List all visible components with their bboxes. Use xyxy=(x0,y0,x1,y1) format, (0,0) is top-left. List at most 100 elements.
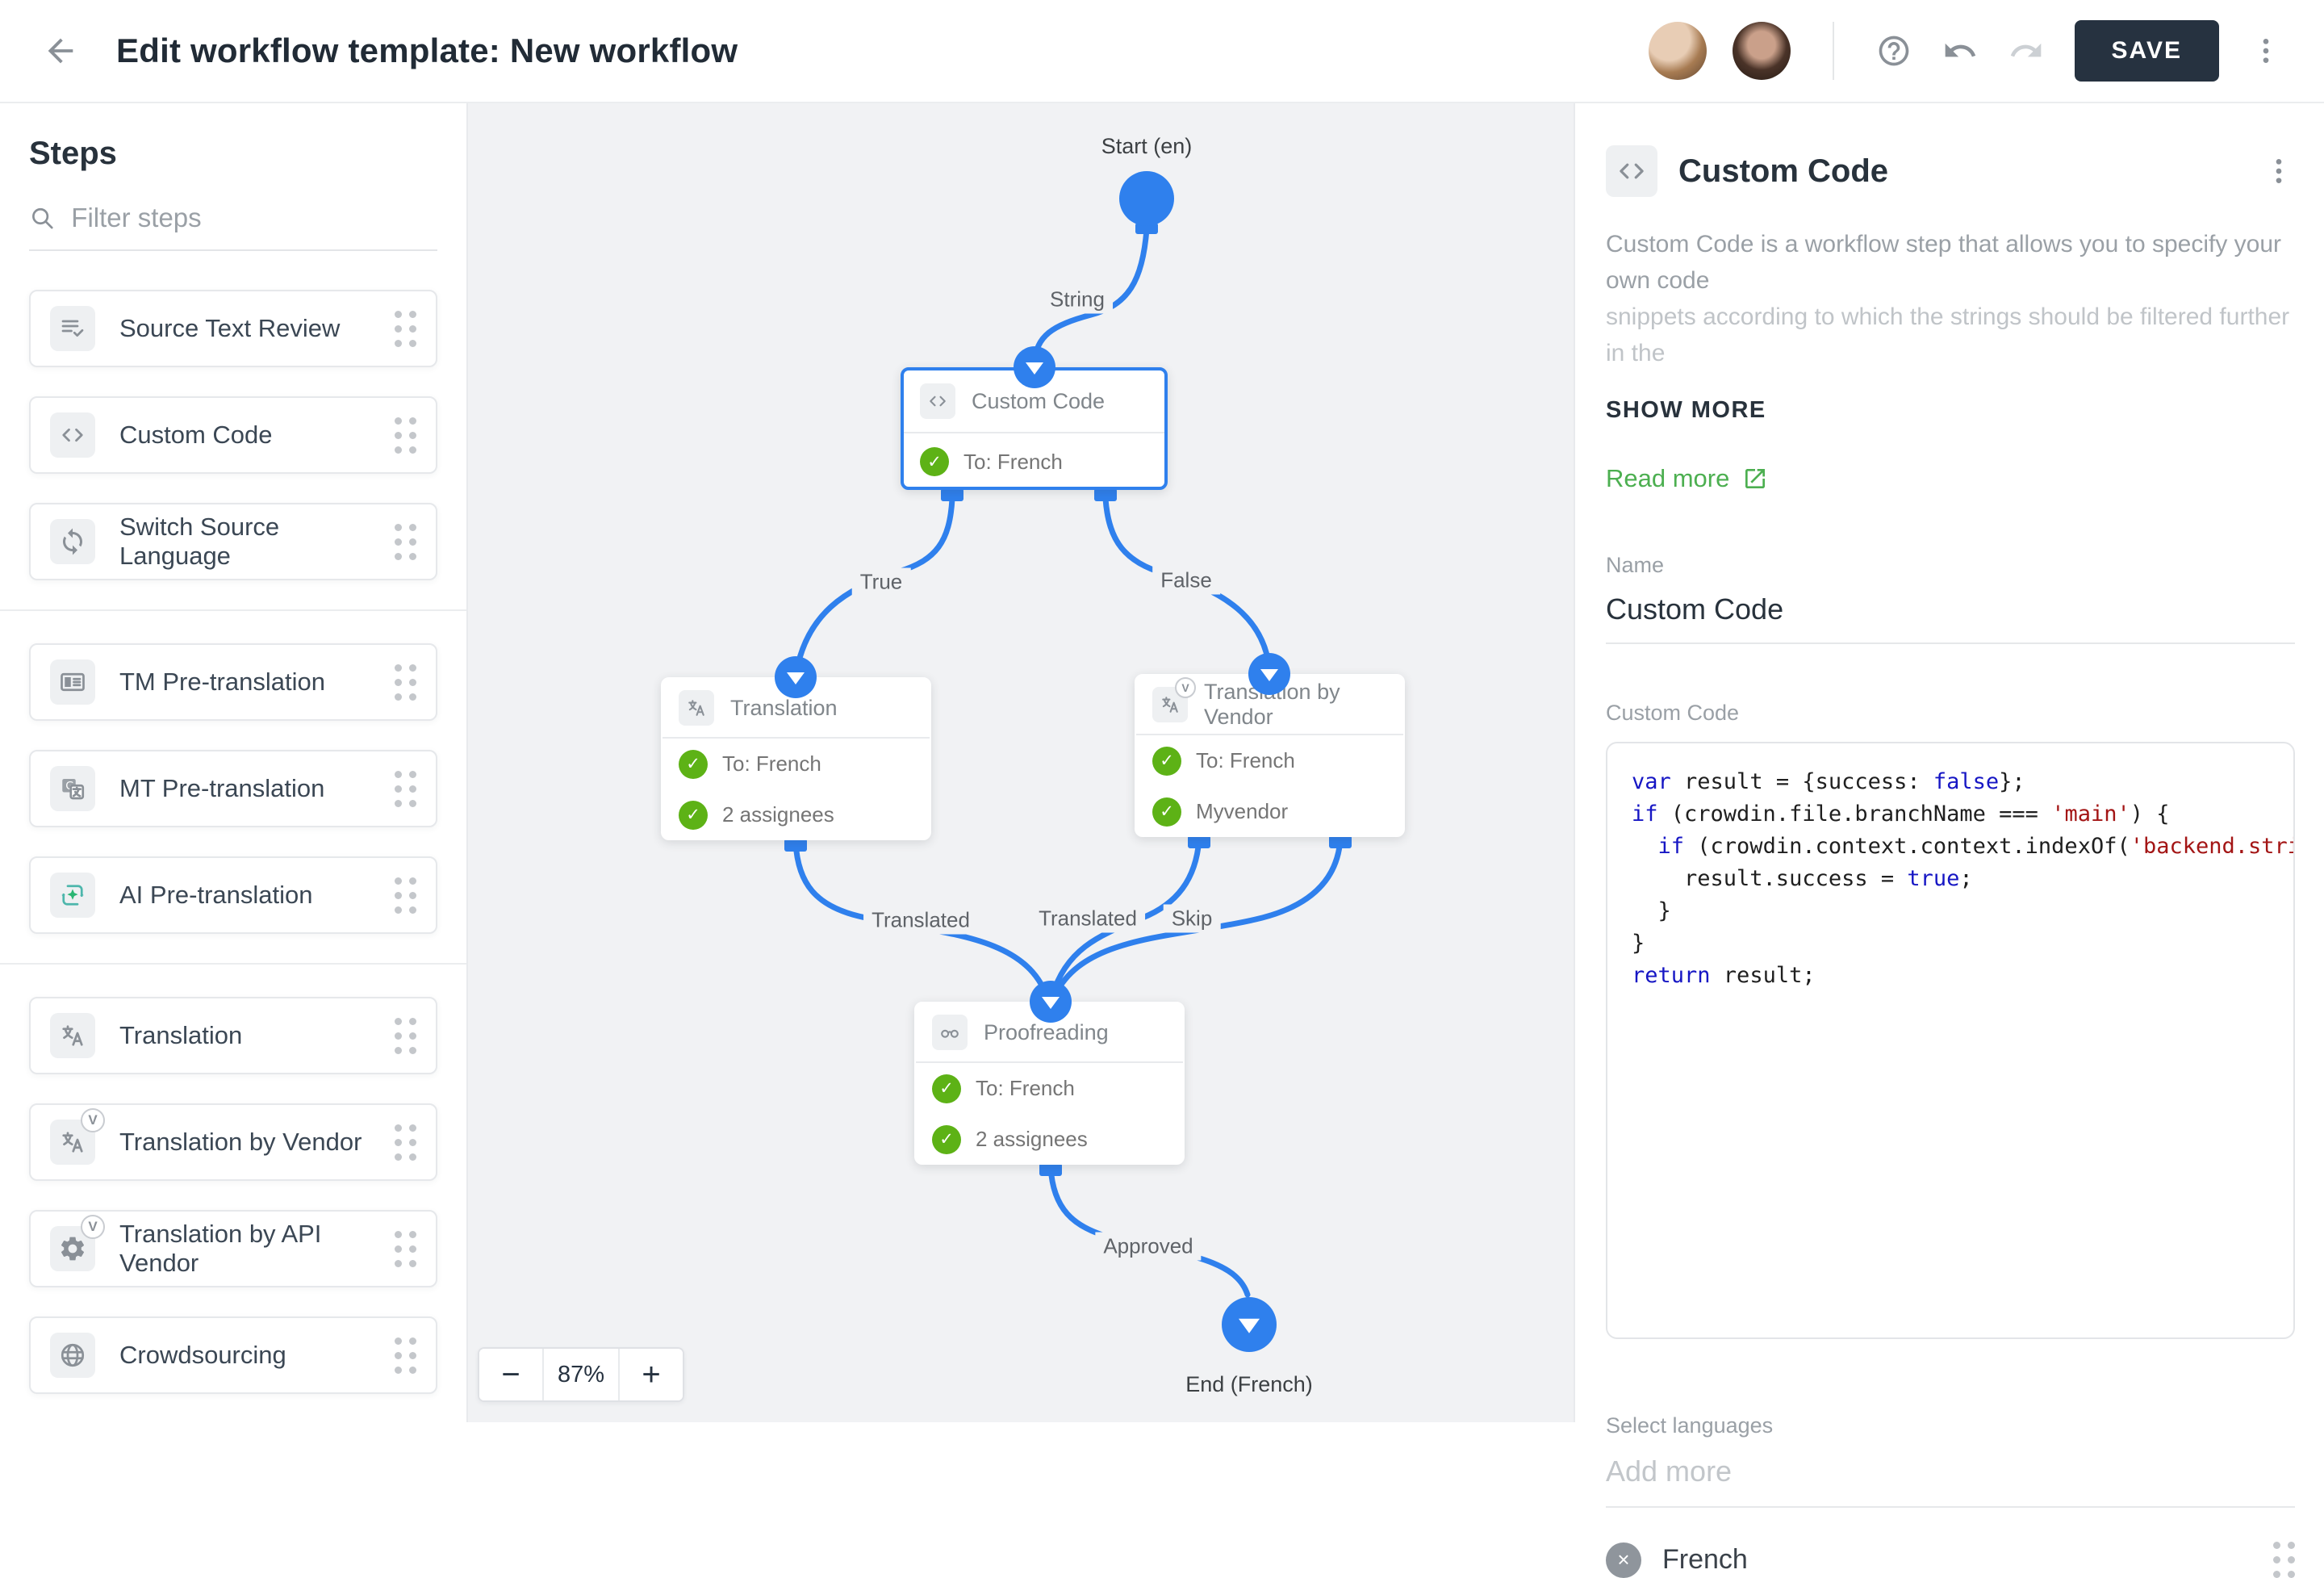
help-icon xyxy=(1876,33,1912,69)
vendor-badge: V xyxy=(81,1215,105,1239)
language-label: French xyxy=(1662,1544,2252,1576)
undo-button[interactable] xyxy=(1942,33,1978,69)
step-card-crowdsourcing[interactable]: Crowdsourcing xyxy=(29,1316,437,1394)
steps-list: Source Text Review Custom Code Switch Sour… xyxy=(0,290,466,1394)
check-icon: ✓ xyxy=(932,1125,961,1154)
description-line: snippets according to which the strings … xyxy=(1606,299,2295,371)
drag-handle-icon[interactable] xyxy=(395,311,416,347)
group-divider xyxy=(0,609,466,611)
step-card-translation-by-api-vendor[interactable]: VTranslation by API Vendor xyxy=(29,1210,437,1287)
custom-code-icon xyxy=(920,383,955,419)
step-label: Translation by Vendor xyxy=(119,1128,370,1157)
node-row-text: To: French xyxy=(1196,748,1295,773)
edge-label-skip: Skip xyxy=(1164,905,1221,933)
divider xyxy=(1833,22,1834,80)
back-arrow-icon xyxy=(42,32,79,69)
remove-language-button[interactable]: × xyxy=(1606,1542,1641,1578)
drag-handle-icon[interactable] xyxy=(395,1124,416,1161)
gear-icon: V xyxy=(50,1226,95,1271)
external-link-icon xyxy=(1742,466,1768,492)
drag-handle-icon[interactable] xyxy=(395,524,416,560)
zoom-in-button[interactable]: + xyxy=(620,1349,683,1400)
zoom-level: 87% xyxy=(542,1349,620,1400)
node-title: Translation xyxy=(730,696,838,721)
workflow-edges xyxy=(468,103,1574,1422)
step-label: TM Pre-translation xyxy=(119,668,370,697)
drag-handle-icon[interactable] xyxy=(395,1337,416,1374)
drag-handle-icon[interactable] xyxy=(395,771,416,807)
filter-steps-field xyxy=(29,203,437,251)
add-language-input[interactable]: Add more xyxy=(1606,1455,2295,1508)
check-icon: ✓ xyxy=(1152,747,1181,776)
end-node[interactable] xyxy=(1222,1297,1277,1352)
panel-menu-button[interactable] xyxy=(2263,155,2295,187)
code-line: if (crowdin.context.context.indexOf('bac… xyxy=(1632,831,2287,863)
edge-label-string: String xyxy=(1042,286,1113,314)
show-more-button[interactable]: SHOW MORE xyxy=(1606,397,2295,424)
start-node[interactable] xyxy=(1119,171,1174,226)
edge-label-translated: Translated xyxy=(1030,905,1145,933)
step-settings-panel: Custom Code Custom Code is a workflow st… xyxy=(1574,103,2324,1422)
edge-label-translated: Translated xyxy=(863,906,978,935)
undo-icon xyxy=(1942,33,1978,69)
step-card-translation-by-vendor[interactable]: VTranslation by Vendor xyxy=(29,1103,437,1181)
node-row-text: Myvendor xyxy=(1196,799,1288,824)
vendor-badge: V xyxy=(1175,677,1196,698)
help-button[interactable] xyxy=(1876,33,1912,69)
name-field-input[interactable]: Custom Code xyxy=(1606,592,2295,644)
code-line: } xyxy=(1632,895,2287,927)
redo-button[interactable] xyxy=(2008,33,2044,69)
step-card-custom-code[interactable]: Custom Code xyxy=(29,396,437,474)
node-entry-port xyxy=(1014,346,1055,388)
code-editor[interactable]: var result = {success: false};if (crowdi… xyxy=(1606,742,2295,1339)
check-icon: ✓ xyxy=(679,750,708,779)
save-button[interactable]: SAVE xyxy=(2075,20,2219,82)
avatar[interactable] xyxy=(1649,22,1707,80)
zoom-control: − 87% + xyxy=(478,1347,684,1402)
globe-icon xyxy=(50,1333,95,1378)
close-icon: × xyxy=(1617,1547,1629,1572)
step-card-mt-pre-translation[interactable]: GMT Pre-translation xyxy=(29,750,437,827)
step-card-ai-pre-translation[interactable]: AI Pre-translation xyxy=(29,856,437,934)
drag-handle-icon[interactable] xyxy=(395,1231,416,1267)
drag-handle-icon[interactable] xyxy=(395,417,416,454)
step-card-source-text-review[interactable]: Source Text Review xyxy=(29,290,437,367)
tm-pretranslation-icon xyxy=(50,659,95,705)
steps-sidebar: Steps Source Text ReviewCustom CodeSwitc… xyxy=(0,103,468,1422)
node-row-text: To: French xyxy=(722,751,821,776)
zoom-out-button[interactable]: − xyxy=(479,1349,542,1400)
node-translation[interactable]: Translation ✓ To: French ✓ 2 assignees xyxy=(661,677,931,840)
panel-title: Custom Code xyxy=(1678,153,2242,190)
group-divider xyxy=(0,963,466,965)
drag-handle-icon[interactable] xyxy=(395,1018,416,1054)
back-button[interactable] xyxy=(42,32,79,69)
node-translation-by-vendor[interactable]: V Translation by Vendor ✓ To: French ✓ M… xyxy=(1135,674,1405,837)
step-description: Custom Code is a workflow step that allo… xyxy=(1606,226,2295,371)
node-entry-port xyxy=(1248,653,1290,695)
drag-handle-icon[interactable] xyxy=(2273,1542,2295,1578)
node-row-text: To: French xyxy=(963,450,1063,475)
step-label: AI Pre-translation xyxy=(119,881,370,910)
step-card-translation[interactable]: Translation xyxy=(29,997,437,1074)
check-icon: ✓ xyxy=(932,1074,961,1103)
node-entry-port xyxy=(775,656,817,698)
step-card-tm-pre-translation[interactable]: TM Pre-translation xyxy=(29,643,437,721)
node-proofreading[interactable]: Proofreading ✓ To: French ✓ 2 assignees xyxy=(914,1002,1185,1165)
check-icon: ✓ xyxy=(679,801,708,830)
drag-handle-icon[interactable] xyxy=(395,877,416,914)
drag-handle-icon[interactable] xyxy=(395,664,416,701)
node-row-text: To: French xyxy=(976,1076,1075,1101)
read-more-link[interactable]: Read more xyxy=(1606,464,2295,493)
filter-steps-input[interactable] xyxy=(71,203,437,233)
workflow-canvas[interactable]: Start (en) String True False Translated … xyxy=(468,103,1574,1422)
step-label: Switch Source Language xyxy=(119,513,370,571)
avatar[interactable] xyxy=(1733,22,1791,80)
check-icon: ✓ xyxy=(920,447,949,476)
code-line: if (crowdin.file.branchName === 'main') … xyxy=(1632,798,2287,831)
node-title: Proofreading xyxy=(984,1020,1109,1045)
more-menu-button[interactable] xyxy=(2250,35,2282,67)
step-label: Crowdsourcing xyxy=(119,1341,370,1370)
step-card-switch-source-language[interactable]: Switch Source Language xyxy=(29,503,437,580)
node-row-text: 2 assignees xyxy=(976,1127,1088,1152)
check-icon: ✓ xyxy=(1152,797,1181,827)
